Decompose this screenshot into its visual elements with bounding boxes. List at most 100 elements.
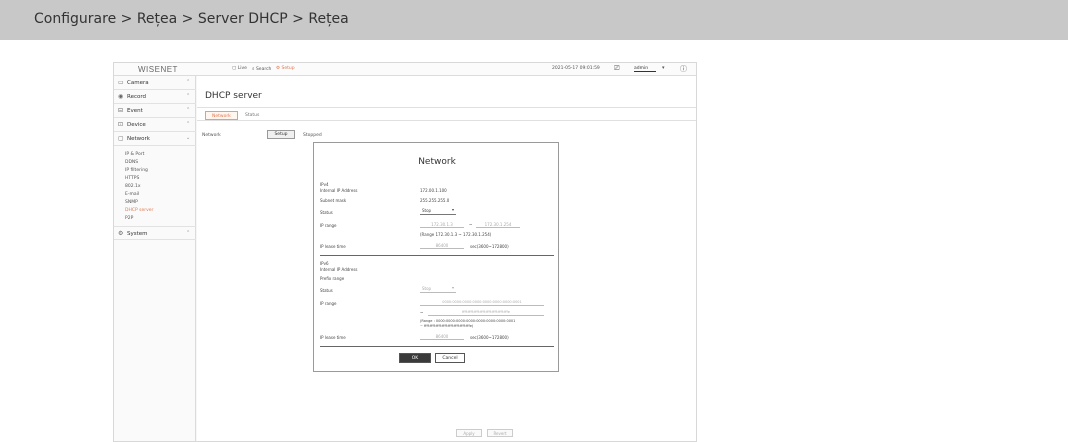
sidebar-item-system[interactable]: ⚙ System ⌃ <box>114 226 196 240</box>
sidebar-item-label: Device <box>127 122 146 128</box>
ipv4-lease-label: IP lease time <box>320 244 346 249</box>
sidebar-item-label: Event <box>127 108 143 114</box>
top-bar: WISENET ▢ Live ⌕ Search ⚙ Setup 2021-05-… <box>114 63 696 76</box>
ipv6-ip-range-separator: ~ <box>420 310 424 315</box>
search-menu[interactable]: ⌕ Search <box>252 66 271 72</box>
chevron-down-icon: ⌄ <box>186 135 191 141</box>
ok-button[interactable]: OK <box>399 353 431 363</box>
ipv4-status-label: Status <box>320 210 333 215</box>
sidebar-item-label: System <box>127 231 148 237</box>
live-label: Live <box>237 66 247 71</box>
wisenet-logo: WISENET <box>138 65 178 74</box>
event-icon: ⊟ <box>118 107 124 114</box>
ipv6-section-label: IPv6 <box>320 261 329 266</box>
ipv6-status-select[interactable]: Stop ▾ <box>420 285 456 293</box>
ipv6-lease-input[interactable]: 86400 <box>420 333 464 340</box>
status-text: Stopped <box>303 133 322 138</box>
network-label: Network <box>202 133 221 138</box>
ipv6-ip-from-input[interactable]: 0000:0000:0000:0000:0000:0000:0000:0001 <box>420 299 544 306</box>
sidebar-subitem-p2p[interactable]: P2P <box>125 216 133 221</box>
ipv6-status-label: Status <box>320 288 333 293</box>
ipv6-internal-ip-label: Internal IP Address <box>320 267 358 272</box>
ipv4-lease-unit: sec(3600~172800) <box>470 244 509 249</box>
sidebar-subitem-ip-filtering[interactable]: IP filtering <box>125 168 148 173</box>
caption-bar: Configurare > Rețea > Server DHCP > Rețe… <box>0 0 1068 40</box>
chevron-up-icon: ⌃ <box>186 107 191 113</box>
main-panel: DHCP server Network Status Network Setup… <box>197 76 696 441</box>
nvr-screenshot: WISENET ▢ Live ⌕ Search ⚙ Setup 2021-05-… <box>113 62 697 442</box>
ipv4-range-note: (Range 172.30.1.3 ~ 172.30.1.254) <box>420 232 492 237</box>
title-divider <box>197 107 696 108</box>
sidebar-subitem-8021x[interactable]: 802.1x <box>125 184 141 189</box>
chevron-up-icon: ⌃ <box>186 93 191 99</box>
ipv4-ip-to-input[interactable]: 172.30.1.254 <box>476 221 520 228</box>
revert-button[interactable]: Revert <box>487 429 513 437</box>
device-icon: ⊡ <box>118 121 124 128</box>
user-caret-icon[interactable]: ▾ <box>662 65 665 71</box>
network-dialog: Network IPv4 Internal IP Address 172.00.… <box>313 142 559 372</box>
dialog-title: Network <box>418 157 456 167</box>
ipv4-status-value: Stop <box>422 208 432 213</box>
sidebar-item-label: Camera <box>127 80 149 86</box>
tab-network[interactable]: Network <box>205 111 238 120</box>
chevron-up-icon: ⌃ <box>186 79 191 85</box>
ipv6-range-note: (Range : 0000:0000:0000:0000:0000:0000:0… <box>420 319 516 323</box>
help-icon[interactable]: ⓘ <box>680 64 687 74</box>
ipv6-lease-label: IP lease time <box>320 335 346 340</box>
sidebar-subitem-dhcp-server[interactable]: DHCP server <box>125 208 153 213</box>
ipv4-ip-from-input[interactable]: 172.30.1.3 <box>420 221 464 228</box>
ipv6-status-value: Stop <box>422 286 432 291</box>
live-menu[interactable]: ▢ Live <box>232 66 247 71</box>
section-divider <box>320 255 554 256</box>
page-title: DHCP server <box>205 91 262 101</box>
sidebar-item-camera[interactable]: ▭ Camera ⌃ <box>114 76 196 90</box>
chevron-up-icon: ⌃ <box>186 121 191 127</box>
sidebar-item-event[interactable]: ⊟ Event ⌃ <box>114 104 196 118</box>
sidebar-item-device[interactable]: ⊡ Device ⌃ <box>114 118 196 132</box>
setup-button[interactable]: Setup <box>267 130 295 139</box>
ipv6-ip-range-label: IP range <box>320 301 337 306</box>
sidebar-item-network[interactable]: ▢ Network ⌄ <box>114 132 196 146</box>
ipv4-lease-input[interactable]: 86400 <box>420 242 464 249</box>
chevron-up-icon: ⌃ <box>186 230 191 236</box>
ipv4-status-select[interactable]: Stop ▾ <box>420 207 456 215</box>
tabs-divider <box>197 120 696 121</box>
buttons-divider <box>320 346 554 347</box>
sidebar-subitem-email[interactable]: E-mail <box>125 192 139 197</box>
ipv6-lease-unit: sec(3600~172800) <box>470 335 509 340</box>
sidebar-item-label: Network <box>127 136 150 142</box>
cancel-button[interactable]: Cancel <box>435 353 465 363</box>
camera-icon: ▭ <box>118 79 124 86</box>
ipv6-ip-to-input[interactable]: ffff:ffff:ffff:ffff:ffff:ffff:ffff:fffe <box>428 309 544 316</box>
record-icon: ◉ <box>118 93 124 100</box>
sidebar-item-record[interactable]: ◉ Record ⌃ <box>114 90 196 104</box>
ipv4-subnet-label: Subnet mask <box>320 198 347 203</box>
sidebar-subitem-ip-port[interactable]: IP & Port <box>125 152 144 157</box>
datetime: 2021-05-17 09:01:59 <box>552 66 600 71</box>
ipv6-prefix-label: Prefix range <box>320 276 345 281</box>
ipv4-internal-ip-value: 172.00.1.100 <box>420 188 447 193</box>
apply-button[interactable]: Apply <box>456 429 482 437</box>
ipv4-internal-ip-label: Internal IP Address <box>320 188 358 193</box>
setup-menu[interactable]: ⚙ Setup <box>276 66 295 71</box>
sidebar-subitem-snmp[interactable]: SNMP <box>125 200 138 205</box>
setup-label: Setup <box>281 66 295 71</box>
ipv4-subnet-value: 255.255.255.0 <box>420 198 450 203</box>
network-icon: ▢ <box>118 135 124 142</box>
caption-text: Configurare > Rețea > Server DHCP > Rețe… <box>34 11 349 27</box>
sidebar: ▭ Camera ⌃ ◉ Record ⌃ ⊟ Event ⌃ ⊡ Device… <box>114 76 196 441</box>
search-label: Search <box>255 67 272 72</box>
sidebar-subitem-ddns[interactable]: DDNS <box>125 160 138 165</box>
ipv6-range-note-end: ~ ffff:ffff:ffff:ffff:ffff:ffff:ffff:fff… <box>420 324 474 328</box>
chevron-down-icon: ▾ <box>451 285 454 290</box>
ipv4-ip-range-separator: ~ <box>469 222 473 227</box>
tab-status[interactable]: Status <box>239 111 265 120</box>
ipv4-ip-range-label: IP range <box>320 223 337 228</box>
sidebar-subitem-https[interactable]: HTTPS <box>125 176 139 181</box>
ipv4-section-label: IPv4 <box>320 182 329 187</box>
sidebar-item-label: Record <box>127 94 147 100</box>
user-select[interactable]: admin <box>634 66 656 72</box>
system-icon: ⚙ <box>118 230 124 237</box>
monitor-icon[interactable]: ⎚ <box>614 64 620 73</box>
chevron-down-icon: ▾ <box>451 207 454 212</box>
